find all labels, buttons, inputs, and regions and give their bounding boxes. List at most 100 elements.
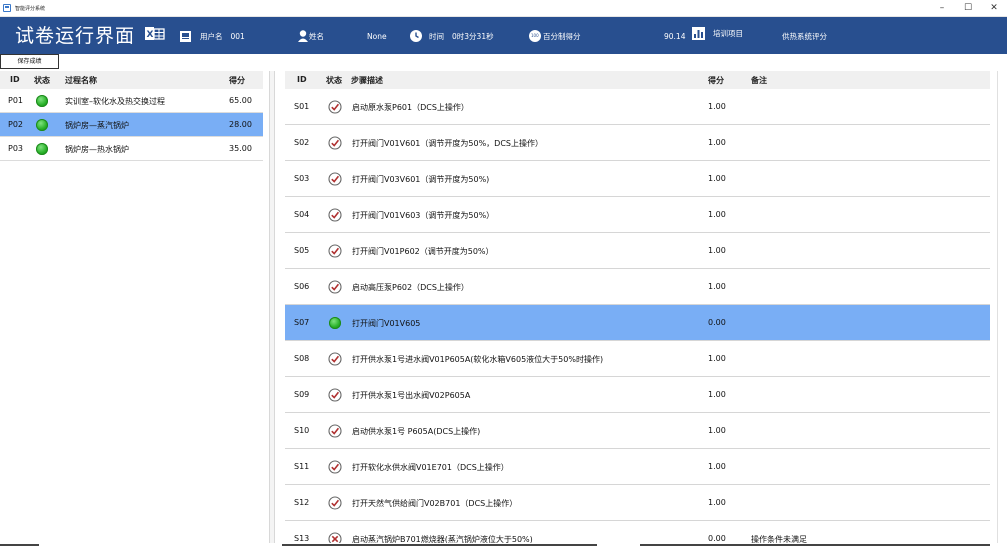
step-score: 1.00	[708, 174, 726, 183]
step-id: S01	[294, 102, 310, 111]
step-score: 1.00	[708, 426, 726, 435]
bar-chart-icon	[692, 26, 705, 40]
step-desc: 打开软化水供水阀V01E701（DCS上操作）	[352, 463, 509, 472]
percent-label: 百分制得分	[543, 31, 581, 41]
percent-icon-text: 100	[531, 33, 539, 38]
step-row[interactable]: S03 打开阀门V03V601（调节开度为50%) 1.00	[285, 161, 990, 197]
step-id: S04	[294, 210, 310, 219]
step-row[interactable]: S12 打开天然气供给阀门V02B701（DCS上操作） 1.00	[285, 485, 990, 521]
step-desc: 打开阀门V01V605	[352, 319, 421, 328]
username-value: 001	[230, 31, 245, 41]
name-value: None	[367, 31, 387, 41]
col-status: 状态	[326, 76, 342, 85]
page-title: 试卷运行界面	[15, 25, 136, 47]
step-score: 1.00	[708, 282, 726, 291]
process-id: P02	[8, 120, 24, 129]
status-green-icon	[36, 143, 48, 155]
step-id: S03	[294, 174, 310, 183]
step-row[interactable]: S01 启动原水泵P601（DCS上操作） 1.00	[285, 89, 990, 125]
check-icon	[328, 280, 342, 294]
step-score: 1.00	[708, 390, 726, 399]
step-row[interactable]: S09 打开供水泵1号出水阀V02P605A 1.00	[285, 377, 990, 413]
export-icon[interactable]: X	[145, 26, 165, 40]
minimize-button[interactable]: –	[929, 0, 955, 16]
step-desc: 打开供水泵1号出水阀V02P605A	[352, 391, 471, 400]
step-score: 1.00	[708, 210, 726, 219]
app-icon	[3, 4, 11, 12]
step-desc: 启动供水泵1号 P605A(DCS上操作)	[352, 427, 481, 436]
name-field: 姓名	[298, 29, 324, 43]
step-row[interactable]: S06 启动高压泵P602（DCS上操作） 1.00	[285, 269, 990, 305]
step-score: 1.00	[708, 498, 726, 507]
step-desc: 打开供水泵1号进水阀V01P605A(软化水箱V605液位大于50%时操作)	[352, 355, 604, 364]
process-score: 65.00	[229, 96, 252, 105]
step-desc: 打开天然气供给阀门V02B701（DCS上操作）	[352, 499, 518, 508]
process-row[interactable]: P01 实训室–软化水及热交换过程 65.00	[0, 89, 263, 113]
close-button[interactable]: ✕	[981, 0, 1007, 16]
process-name: 锅炉房—热水锅炉	[65, 145, 129, 154]
process-score: 28.00	[229, 120, 252, 129]
save-score-button[interactable]: 保存成绩	[0, 54, 59, 69]
step-table: ID 状态 步骤描述 得分 备注 S01 启动原水泵P601（DCS上操作） 1.0…	[285, 71, 990, 546]
step-id: S08	[294, 354, 310, 363]
step-row[interactable]: S08 打开供水泵1号进水阀V01P605A(软化水箱V605液位大于50%时操作…	[285, 341, 990, 377]
step-score: 0.00	[708, 534, 726, 543]
maximize-button[interactable]: ☐	[955, 0, 981, 16]
check-icon	[328, 496, 342, 510]
svg-text:X: X	[147, 30, 154, 40]
username-label: 用户名	[200, 31, 223, 41]
check-icon	[328, 208, 342, 222]
step-score: 1.00	[708, 246, 726, 255]
check-icon	[328, 388, 342, 402]
step-id: S06	[294, 282, 310, 291]
step-score: 1.00	[708, 138, 726, 147]
step-row[interactable]: S02 打开阀门V01V601（调节开度为50%，DCS上操作） 1.00	[285, 125, 990, 161]
process-id: P03	[8, 144, 24, 153]
user-icon	[298, 30, 308, 42]
step-desc: 启动高压泵P602（DCS上操作）	[352, 283, 469, 292]
col-score: 得分	[229, 76, 245, 85]
step-row[interactable]: S05 打开阀门V01P602（调节开度为50%） 1.00	[285, 233, 990, 269]
window-title: 智能评分系统	[15, 5, 46, 12]
check-icon	[328, 460, 342, 474]
process-name: 锅炉房—蒸汽锅炉	[65, 121, 129, 130]
window-titlebar: 智能评分系统 – ☐ ✕	[0, 0, 1007, 17]
step-row[interactable]: S10 启动供水泵1号 P605A(DCS上操作) 1.00	[285, 413, 990, 449]
panel-splitter[interactable]	[269, 71, 275, 546]
check-icon	[328, 136, 342, 150]
process-row[interactable]: P02 锅炉房—蒸汽锅炉 28.00	[0, 113, 263, 137]
step-id: S07	[294, 318, 310, 327]
step-id: S05	[294, 246, 310, 255]
training-value: 供热系统评分	[782, 31, 827, 41]
step-row[interactable]: S04 打开阀门V01V603（调节开度为50%） 1.00	[285, 197, 990, 233]
check-icon	[328, 244, 342, 258]
step-desc: 打开阀门V01V601（调节开度为50%，DCS上操作）	[352, 139, 543, 148]
id-card-icon	[180, 30, 191, 42]
username-field: 用户名 001	[180, 29, 245, 43]
step-score: 1.00	[708, 102, 726, 111]
name-label: 姓名	[309, 31, 324, 41]
col-id: ID	[10, 75, 20, 84]
vertical-scrollbar[interactable]	[997, 71, 1007, 546]
process-row[interactable]: P03 锅炉房—热水锅炉 35.00	[0, 137, 263, 161]
step-desc: 打开阀门V01V603（调节开度为50%）	[352, 211, 495, 220]
step-score: 0.00	[708, 318, 726, 327]
step-id: S10	[294, 426, 310, 435]
step-id: S02	[294, 138, 310, 147]
percent-value: 90.14	[664, 31, 686, 41]
check-icon	[328, 100, 342, 114]
step-row[interactable]: S07 打开阀门V01V605 0.00	[285, 305, 990, 341]
col-desc: 步骤描述	[351, 76, 383, 85]
step-id: S09	[294, 390, 310, 399]
col-name: 过程名称	[65, 76, 97, 85]
percent-score-field: 100 百分制得分	[529, 29, 581, 43]
step-table-header: ID 状态 步骤描述 得分 备注	[285, 71, 990, 89]
process-id: P01	[8, 96, 24, 105]
step-row[interactable]: S11 打开软化水供水阀V01E701（DCS上操作） 1.00	[285, 449, 990, 485]
training-field: 培训项目	[692, 26, 743, 40]
process-name: 实训室–软化水及热交换过程	[65, 97, 165, 106]
process-table-header: ID 状态 过程名称 得分	[0, 71, 263, 89]
time-field: 时间 0时3分31秒	[410, 29, 494, 43]
step-desc: 打开阀门V03V601（调节开度为50%)	[352, 175, 490, 184]
step-id: S12	[294, 498, 310, 507]
